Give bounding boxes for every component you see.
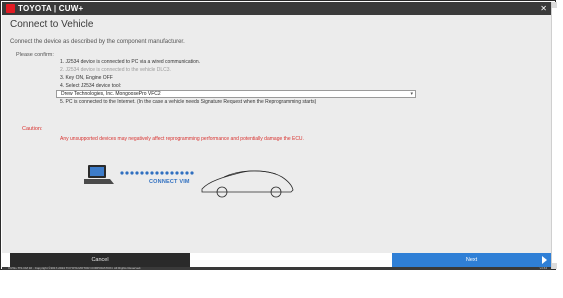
app-brand: TOYOTA | CUW+	[18, 4, 84, 13]
next-button-label: Next	[465, 257, 478, 263]
title-bar: TOYOTA | CUW+ ✕	[2, 2, 551, 15]
connect-vim-label: CONNECT VIM	[149, 179, 190, 185]
footer-bar: Cancel Next	[2, 253, 551, 267]
scroll-down-button[interactable]	[552, 263, 557, 269]
laptop-icon	[82, 165, 114, 184]
confirm-label: Please confirm:	[16, 52, 54, 58]
checklist-item: 3. Key ON, Engine OFF	[60, 75, 113, 81]
device-select-value: Drew Technologies, Inc. MongoosePro VFC2	[61, 91, 161, 97]
connection-diagram: CONNECT VIM	[82, 157, 294, 212]
arrow-right-icon	[542, 256, 547, 264]
toyota-logo-icon	[6, 4, 15, 13]
checklist-item: 2. J2534 device is connected to the vehi…	[60, 67, 171, 73]
checklist-item: 4. Select J2534 device tool:	[60, 83, 122, 89]
device-select[interactable]: Drew Technologies, Inc. MongoosePro VFC2…	[56, 90, 416, 98]
copyright-text: CUW+ TIS CM 32 · Copyright ©2017-2024 TO…	[8, 266, 142, 270]
caution-text: Any unsupported devices may negatively a…	[60, 136, 304, 142]
main-content: Connect to Vehicle Connect the device as…	[2, 15, 551, 253]
connection-dots	[120, 171, 194, 175]
checklist-item: 5. PC is connected to the Internet. (In …	[60, 99, 317, 105]
checklist-item: 1. J2534 device is connected to PC via a…	[60, 59, 201, 65]
car-outline-icon	[201, 170, 294, 198]
next-button[interactable]: Next	[392, 253, 551, 267]
cancel-button[interactable]: Cancel	[10, 253, 190, 267]
chevron-down-icon[interactable]: ▾	[410, 91, 413, 98]
page-subtitle: Connect the device as described by the c…	[10, 39, 185, 45]
close-icon[interactable]: ✕	[540, 3, 547, 14]
page-title: Connect to Vehicle	[10, 19, 94, 30]
caution-label: Caution:	[22, 126, 43, 132]
version-text: v4.64	[539, 266, 547, 270]
vertical-scrollbar[interactable]	[551, 2, 557, 269]
scroll-up-button[interactable]	[552, 2, 557, 8]
status-bar: CUW+ TIS CM 32 · Copyright ©2017-2024 TO…	[2, 266, 551, 270]
app-window: TOYOTA | CUW+ ✕ Connect to Vehicle Conne…	[0, 0, 557, 270]
